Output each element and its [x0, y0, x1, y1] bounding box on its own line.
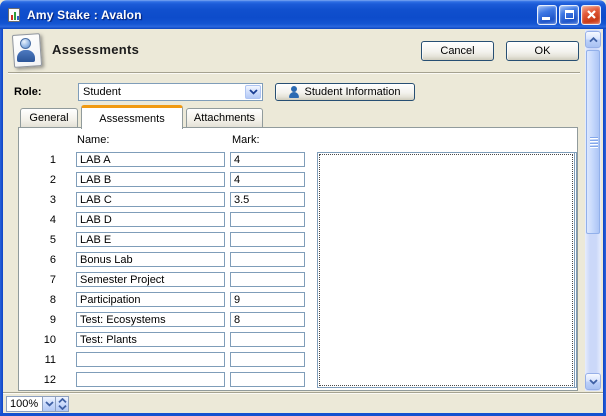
assessment-name-input[interactable] [76, 152, 225, 167]
minimize-button[interactable] [537, 5, 557, 25]
window-chart-icon[interactable] [7, 7, 22, 23]
row-number: 10 [31, 334, 56, 346]
row-number: 12 [31, 374, 56, 386]
assessment-mark-input[interactable] [230, 232, 305, 247]
zoom-menu-button[interactable] [42, 397, 55, 411]
role-label: Role: [14, 86, 42, 98]
maximize-icon [565, 10, 574, 19]
assessment-mark-input[interactable] [230, 192, 305, 207]
zoom-stepper[interactable] [55, 397, 68, 411]
scroll-up-button[interactable] [585, 31, 601, 48]
comments-field-inner [319, 154, 573, 386]
row-number: 9 [31, 314, 56, 326]
row-number: 7 [31, 274, 56, 286]
chevron-up-icon [589, 37, 598, 43]
row-number: 6 [31, 254, 56, 266]
student-information-button[interactable]: Student Information [275, 83, 415, 101]
up-down-arrows-icon [58, 398, 67, 410]
zoom-level-control[interactable]: 100% [6, 396, 69, 412]
titlebar: Amy Stake : Avalon [0, 0, 606, 29]
statusbar-divider-highlight [0, 393, 606, 394]
row-number: 2 [31, 174, 56, 186]
row-number: 1 [31, 154, 56, 166]
assessment-mark-input[interactable] [230, 212, 305, 227]
assessment-mark-input[interactable] [230, 292, 305, 307]
tab-general[interactable]: General [20, 108, 78, 127]
assessment-name-input[interactable] [76, 332, 225, 347]
assessment-mark-input[interactable] [230, 152, 305, 167]
tab-assessments-label: Assessments [99, 113, 164, 125]
assessments-tab-panel: Name: Mark: Comments: 1 2 3 4 5 [18, 127, 578, 391]
header-divider-highlight [8, 73, 580, 74]
assessment-mark-input[interactable] [230, 172, 305, 187]
student-information-label: Student Information [304, 86, 400, 98]
comments-field[interactable] [317, 152, 575, 388]
tab-general-label: General [29, 112, 68, 124]
close-button[interactable] [581, 5, 601, 25]
row-number: 4 [31, 214, 56, 226]
assessment-name-input[interactable] [76, 252, 225, 267]
role-selected-value: Student [83, 86, 121, 98]
assessment-mark-input[interactable] [230, 272, 305, 287]
name-column-header: Name: [77, 134, 109, 146]
scrollbar-grip-icon [590, 137, 598, 149]
assessment-mark-input[interactable] [230, 332, 305, 347]
assessment-name-input[interactable] [76, 312, 225, 327]
window-title: Amy Stake : Avalon [27, 8, 537, 22]
maximize-button[interactable] [559, 5, 579, 25]
window-border-left [0, 26, 3, 416]
assessments-person-icon [13, 34, 41, 67]
tab-attachments[interactable]: Attachments [186, 108, 263, 127]
tab-attachments-label: Attachments [194, 112, 255, 124]
assessment-mark-input[interactable] [230, 252, 305, 267]
scrollbar-thumb[interactable] [586, 50, 600, 234]
dialog-window: Amy Stake : Avalon Assessments Cancel OK… [0, 0, 606, 416]
role-select-arrow-button[interactable] [245, 85, 261, 99]
row-number: 3 [31, 194, 56, 206]
assessment-name-input[interactable] [76, 272, 225, 287]
row-number: 8 [31, 294, 56, 306]
person-icon [289, 86, 299, 98]
assessment-mark-input[interactable] [230, 372, 305, 387]
zoom-level-value: 100% [7, 397, 42, 411]
ok-button[interactable]: OK [506, 41, 579, 61]
assessment-name-input[interactable] [76, 372, 225, 387]
assessment-name-input[interactable] [76, 192, 225, 207]
close-icon [586, 9, 597, 20]
assessment-mark-input[interactable] [230, 352, 305, 367]
minimize-icon [542, 17, 550, 20]
assessment-name-input[interactable] [76, 352, 225, 367]
vertical-scrollbar[interactable] [585, 30, 601, 391]
assessment-name-input[interactable] [76, 212, 225, 227]
chevron-down-icon [45, 401, 54, 407]
chevron-down-icon [589, 379, 598, 385]
role-select[interactable]: Student [78, 83, 263, 101]
mark-column-header: Mark: [232, 134, 260, 146]
assessment-name-input[interactable] [76, 232, 225, 247]
page-title: Assessments [52, 42, 139, 57]
row-number: 11 [31, 354, 56, 366]
assessment-mark-input[interactable] [230, 312, 305, 327]
assessment-name-input[interactable] [76, 292, 225, 307]
cancel-button[interactable]: Cancel [421, 41, 494, 61]
scroll-down-button[interactable] [585, 373, 601, 390]
row-number: 5 [31, 234, 56, 246]
chevron-down-icon [249, 89, 258, 95]
tab-assessments[interactable]: Assessments [81, 105, 183, 129]
assessment-name-input[interactable] [76, 172, 225, 187]
